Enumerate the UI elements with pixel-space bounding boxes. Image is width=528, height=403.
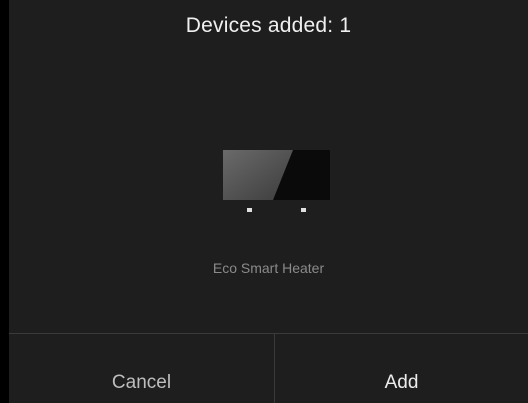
heater-icon — [223, 150, 330, 212]
dialog-title: Devices added: 1 — [185, 14, 352, 37]
cancel-button[interactable]: Cancel — [9, 334, 274, 403]
add-button[interactable]: Add — [275, 334, 528, 403]
add-devices-dialog: Devices added: 1 Eco Smart Heater Cancel… — [9, 0, 528, 403]
device-name: Eco Smart Heater — [212, 260, 325, 276]
